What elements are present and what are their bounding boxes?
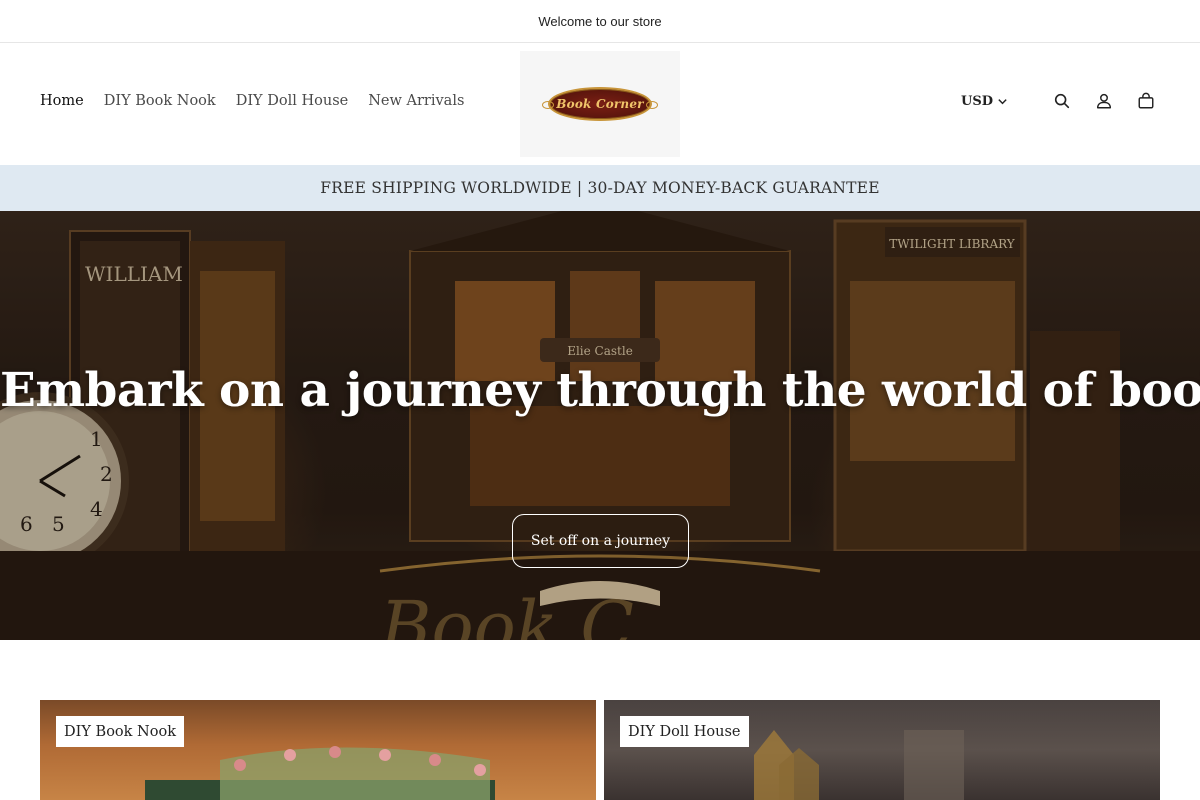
logo: Book Corner <box>542 87 658 121</box>
cart-button[interactable] <box>1136 91 1156 111</box>
account-icon <box>1096 93 1112 109</box>
announcement-text: Welcome to our store <box>538 13 662 29</box>
currency-selector[interactable]: USD <box>961 94 1008 109</box>
search-icon <box>1054 93 1070 109</box>
search-button[interactable] <box>1052 91 1072 111</box>
hero-overlay <box>0 211 1200 640</box>
hero-banner: WILLIAM CASTLE 1 2 4 5 6 Elie Castle TWI… <box>0 211 1200 640</box>
nav-new-arrivals[interactable]: New Arrivals <box>368 93 464 109</box>
nav-diy-doll-house[interactable]: DIY Doll House <box>236 93 349 109</box>
hero-cta-button[interactable]: Set off on a journey <box>512 514 689 568</box>
header-actions: USD <box>961 91 1156 111</box>
currency-label: USD <box>961 93 993 109</box>
logo-text: Book Corner <box>556 97 644 111</box>
shipping-banner: FREE SHIPPING WORLDWIDE | 30-DAY MONEY-B… <box>0 165 1200 211</box>
main-nav: Home DIY Book Nook DIY Doll House New Ar… <box>40 93 484 109</box>
collection-card-book-nook[interactable]: DIY Book Nook <box>40 700 596 800</box>
collection-label: DIY Doll House <box>620 716 749 747</box>
shipping-text: FREE SHIPPING WORLDWIDE | 30-DAY MONEY-B… <box>320 179 880 197</box>
collection-image <box>145 746 495 800</box>
nav-home[interactable]: Home <box>40 93 84 109</box>
collection-card-doll-house[interactable]: DIY Doll House <box>604 700 1160 800</box>
collection-label: DIY Book Nook <box>56 716 184 747</box>
nav-diy-book-nook[interactable]: DIY Book Nook <box>104 93 216 109</box>
account-button[interactable] <box>1094 91 1114 111</box>
chevron-down-icon <box>998 98 1007 104</box>
cart-icon <box>1138 92 1154 109</box>
collection-image <box>754 730 964 800</box>
announcement-bar: Welcome to our store <box>0 0 1200 43</box>
hero-title: Embark on a journey through the world of… <box>0 363 1200 418</box>
site-header: Home DIY Book Nook DIY Doll House New Ar… <box>0 43 1200 165</box>
logo-link[interactable]: Book Corner <box>520 51 680 157</box>
